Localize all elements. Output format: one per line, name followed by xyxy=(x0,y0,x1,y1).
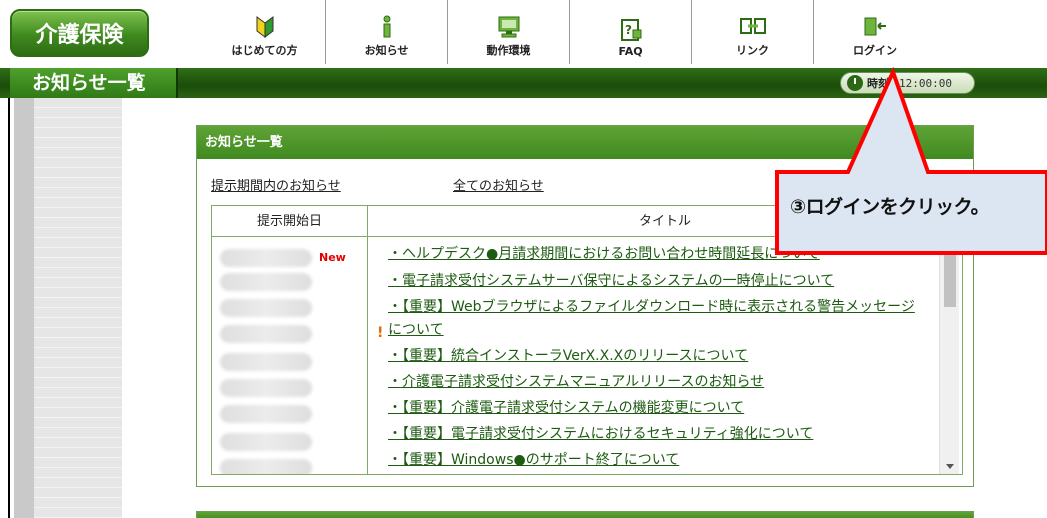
blurred-date xyxy=(220,405,312,423)
news-item-link[interactable]: ・ヘルプデスク●月請求期間におけるお問い合わせ時間延長について xyxy=(388,243,928,266)
nav-links[interactable]: リンク xyxy=(692,0,814,64)
panel-heading: お知らせ一覧 xyxy=(197,126,973,159)
news-panel: お知らせ一覧 提示期間内のお知らせ 全てのお知らせ 提示開始日 タイトル New… xyxy=(196,125,974,487)
info-icon xyxy=(383,15,390,38)
news-item-link[interactable]: ・【重要】統合インストーラVerX.X.Xのリリースについて xyxy=(388,345,928,368)
scroll-up-arrow-icon[interactable] xyxy=(940,239,960,251)
news-scrollbar[interactable] xyxy=(939,237,959,474)
logo-button[interactable]: 介護保険 xyxy=(10,9,149,57)
tab-current-news[interactable]: 提示期間内のお知らせ xyxy=(211,175,341,194)
blurred-date xyxy=(220,459,312,474)
blurred-date xyxy=(220,433,312,451)
scroll-down-arrow-icon[interactable] xyxy=(940,460,960,472)
main-nav: はじめての方 お知らせ 動作環境 ? FAQ リンク ログイン xyxy=(204,0,936,64)
news-item-link[interactable]: ・介護電子請求受付システムマニュアルリリースのお知らせ xyxy=(388,371,928,394)
nav-label: FAQ xyxy=(618,45,643,58)
title-column: ! ・ヘルプデスク●月請求期間におけるお問い合わせ時間延長について ・電子請求受… xyxy=(369,237,939,474)
monitor-icon xyxy=(498,16,519,38)
column-header-date: 提示開始日 xyxy=(212,206,368,237)
warning-mark: ! xyxy=(377,325,384,341)
blurred-date xyxy=(220,249,312,267)
left-sidebar xyxy=(34,98,122,518)
blurred-date xyxy=(220,299,312,317)
news-item-link[interactable]: ・【重要】電子請求受付システムにおけるセキュリティ強化について xyxy=(388,423,928,446)
nav-label: リンク xyxy=(736,44,769,57)
clock-display: 時刻 12:00:00 xyxy=(840,72,975,94)
nav-news[interactable]: お知らせ xyxy=(326,0,448,64)
scroll-thumb[interactable] xyxy=(944,253,956,307)
blurred-date xyxy=(220,379,312,397)
clock-label: 時刻 xyxy=(867,77,889,90)
blurred-date xyxy=(220,353,312,371)
nav-label: はじめての方 xyxy=(231,44,298,57)
svg-text:?: ? xyxy=(625,23,632,37)
faq-icon: ? xyxy=(620,19,641,41)
page-title-bar: お知らせ一覧 時刻 12:00:00 xyxy=(0,68,1047,98)
callout-text: ③ログインをクリック。 xyxy=(790,196,990,218)
nav-label: ログイン xyxy=(853,44,897,57)
nav-faq[interactable]: ? FAQ xyxy=(570,0,692,64)
news-item-link[interactable]: ・電子請求受付システムサーバ保守によるシステムの一時停止について xyxy=(388,270,928,293)
link-icon xyxy=(739,18,766,34)
nav-label: 動作環境 xyxy=(486,44,531,57)
left-border xyxy=(0,98,10,518)
top-header: 介護保険 はじめての方 お知らせ 動作環境 ? FAQ リンク ログイン xyxy=(0,0,1047,68)
nav-environment[interactable]: 動作環境 xyxy=(448,0,570,64)
news-item-link[interactable]: ・【重要】介護電子請求受付システムの機能変更について xyxy=(388,397,928,420)
left-gray-strip xyxy=(14,98,34,518)
new-badge: New xyxy=(319,251,346,264)
beginner-mark-icon xyxy=(256,16,273,38)
tab-all-news[interactable]: 全てのお知らせ xyxy=(453,175,544,194)
blurred-date xyxy=(220,273,312,291)
login-icon xyxy=(864,17,886,36)
clock-time: 12:00:00 xyxy=(899,76,952,90)
nav-label: お知らせ xyxy=(364,44,409,57)
second-panel-heading xyxy=(196,511,974,518)
clock-icon xyxy=(847,75,863,91)
date-column: New xyxy=(212,237,368,474)
news-item-link[interactable]: ・【重要】Webブラウザによるファイルダウンロード時に表示される警告メッセージに… xyxy=(388,296,928,342)
nav-login[interactable]: ログイン xyxy=(814,0,936,64)
page-title: お知らせ一覧 xyxy=(10,68,178,98)
nav-beginners[interactable]: はじめての方 xyxy=(204,0,326,64)
news-table: 提示開始日 タイトル New ! ・ヘルプデスク●月請求期間におけるお問い合わせ… xyxy=(211,205,963,475)
news-item-link[interactable]: ・【重要】Windows●のサポート終了について xyxy=(388,449,928,472)
blurred-date xyxy=(220,325,312,343)
